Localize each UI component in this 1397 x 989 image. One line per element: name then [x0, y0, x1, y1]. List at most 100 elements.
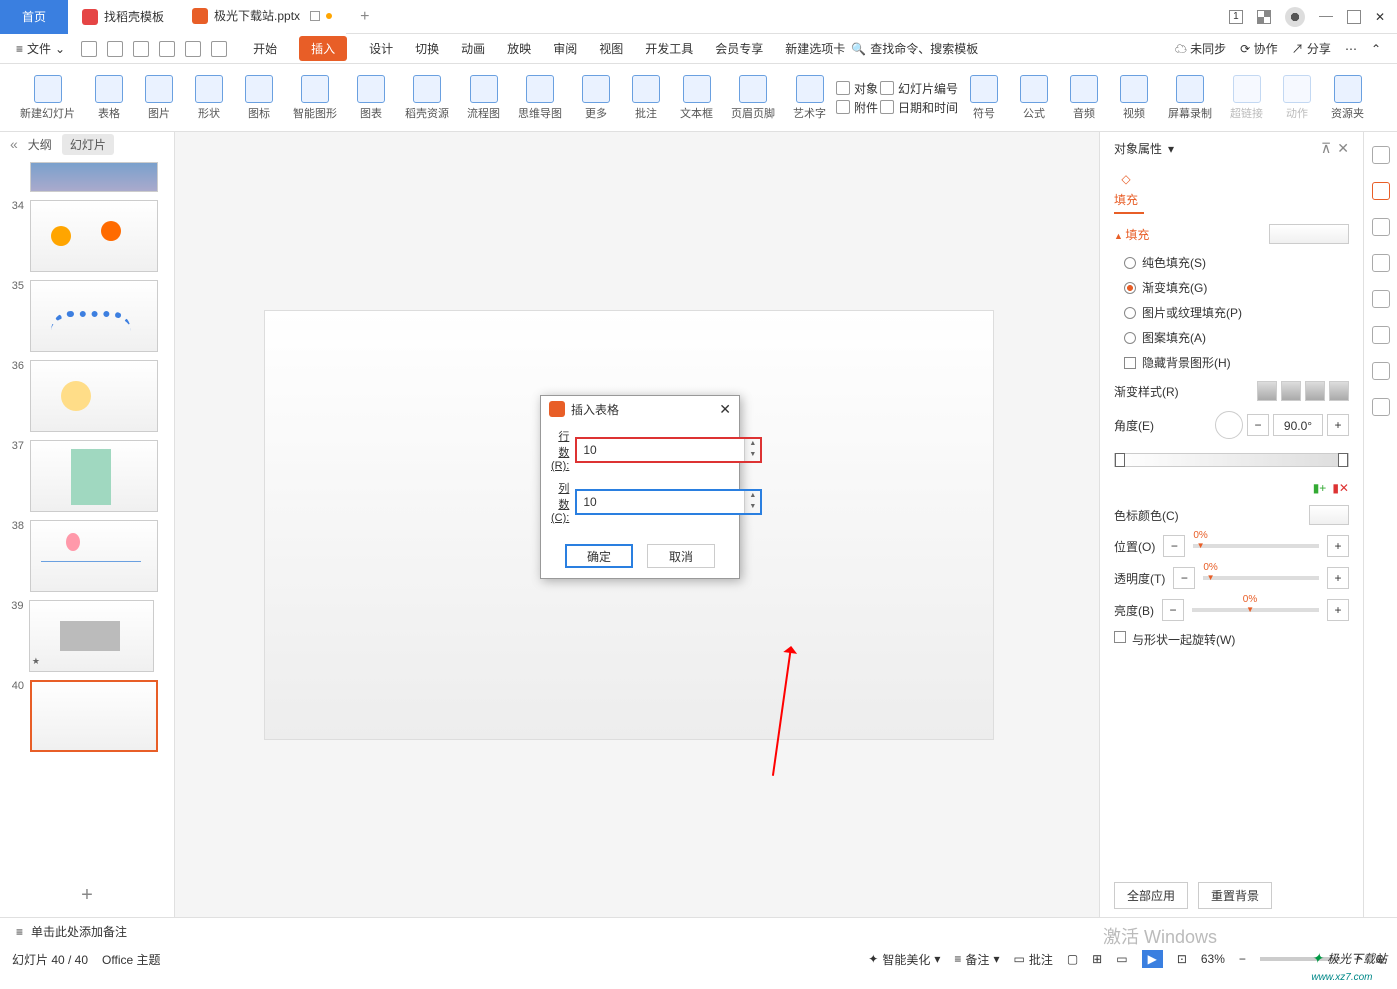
rb-action[interactable]: 动作 — [1273, 71, 1321, 125]
minimize-icon[interactable] — [1319, 16, 1333, 17]
angle-minus[interactable]: − — [1247, 414, 1269, 436]
slide-thumb-34[interactable]: 34 — [6, 200, 168, 272]
rotate-with-shape[interactable]: 与形状一起旋转(W) — [1114, 631, 1349, 648]
new-tab-button[interactable]: + — [346, 8, 383, 26]
rows-input[interactable] — [577, 439, 744, 461]
sidetool-properties[interactable] — [1372, 182, 1390, 200]
fill-gradient[interactable]: 渐变填充(G) — [1124, 279, 1349, 296]
add-slide-button[interactable]: + — [0, 874, 174, 917]
rb-equation[interactable]: 公式 — [1010, 71, 1058, 125]
rb-slidenumber[interactable]: 幻灯片编号 — [880, 80, 958, 97]
grad-stop-right[interactable] — [1338, 453, 1348, 467]
fit-icon[interactable]: ⊡ — [1177, 952, 1187, 966]
rb-video[interactable]: 视频 — [1110, 71, 1158, 125]
transparency-minus[interactable]: − — [1173, 567, 1195, 589]
rows-down-icon[interactable]: ▼ — [745, 450, 760, 461]
rb-flowchart[interactable]: 流程图 — [459, 71, 508, 125]
maximize-icon[interactable] — [1347, 10, 1361, 24]
grad-preset-3[interactable] — [1305, 381, 1325, 401]
position-slider[interactable]: 0% — [1193, 544, 1319, 548]
avatar-icon[interactable] — [1285, 7, 1305, 27]
position-plus[interactable]: + — [1327, 535, 1349, 557]
notes-toggle[interactable]: ≡备注 ▾ — [954, 951, 999, 968]
rb-hyperlink[interactable]: 超链接 — [1222, 71, 1271, 125]
slide-thumb-38[interactable]: 38 — [6, 520, 168, 592]
rb-table[interactable]: 表格 — [85, 71, 133, 125]
pin-icon[interactable]: ⊼ — [1321, 140, 1331, 157]
rows-spinner[interactable]: ▲▼ — [575, 437, 762, 463]
view-sorter-icon[interactable]: ⊞ — [1092, 952, 1102, 966]
sidetool-8[interactable] — [1372, 398, 1390, 416]
tab-slideshow[interactable]: 放映 — [507, 36, 531, 61]
collapse-ribbon-icon[interactable]: ⌃ — [1371, 42, 1381, 56]
print-icon[interactable] — [133, 41, 149, 57]
fill-solid[interactable]: 纯色填充(S) — [1124, 254, 1349, 271]
tab-devtools[interactable]: 开发工具 — [645, 36, 693, 61]
fill-hide-bg[interactable]: 隐藏背景图形(H) — [1124, 354, 1349, 371]
gradient-bar[interactable] — [1114, 453, 1349, 467]
slide-thumb-39[interactable]: 39★ — [6, 600, 168, 672]
tab-animation[interactable]: 动画 — [461, 36, 485, 61]
tab-docer[interactable]: 找稻壳模板 — [68, 0, 178, 34]
brightness-plus[interactable]: + — [1327, 599, 1349, 621]
view-reading-icon[interactable]: ▭ — [1116, 952, 1127, 966]
slide-thumb-36[interactable]: 36 — [6, 360, 168, 432]
zoom-value[interactable]: 63% — [1201, 952, 1225, 966]
share-button[interactable]: ↗ 分享 — [1292, 40, 1331, 57]
tab-view[interactable]: 视图 — [599, 36, 623, 61]
angle-value[interactable]: 90.0° — [1273, 414, 1323, 436]
outline-tab-outline[interactable]: 大纲 — [28, 136, 52, 153]
sidetool-5[interactable] — [1372, 290, 1390, 308]
file-menu[interactable]: ≡ 文件 ⌄ — [16, 40, 65, 57]
view-normal-icon[interactable]: ▢ — [1067, 952, 1078, 966]
rb-audio[interactable]: 音频 — [1060, 71, 1108, 125]
tab-insert[interactable]: 插入 — [299, 36, 347, 61]
rb-comment[interactable]: 批注 — [622, 71, 670, 125]
tab-design[interactable]: 设计 — [369, 36, 393, 61]
cols-up-icon[interactable]: ▲ — [745, 491, 760, 502]
save-icon[interactable] — [81, 41, 97, 57]
preview-icon[interactable] — [159, 41, 175, 57]
sidetool-1[interactable] — [1372, 146, 1390, 164]
colorstop-swatch[interactable] — [1309, 505, 1349, 525]
rb-resources[interactable]: 资源夹 — [1323, 71, 1372, 125]
fill-pattern[interactable]: 图案填充(A) — [1124, 329, 1349, 346]
comments-toggle[interactable]: ▭批注 — [1013, 951, 1052, 968]
close-icon[interactable]: ✕ — [1375, 10, 1385, 24]
apply-all-button[interactable]: 全部应用 — [1114, 882, 1188, 909]
brightness-minus[interactable]: − — [1162, 599, 1184, 621]
close-panel-icon[interactable]: ✕ — [1337, 140, 1349, 157]
grad-preset-1[interactable] — [1257, 381, 1277, 401]
rb-mindmap[interactable]: 思维导图 — [510, 71, 570, 125]
tab-start[interactable]: 开始 — [253, 36, 277, 61]
rb-chart[interactable]: 图表 — [347, 71, 395, 125]
smart-beautify[interactable]: ✦ 智能美化 ▾ — [868, 951, 940, 968]
slide-thumb-40[interactable]: 40 — [6, 680, 168, 752]
fill-preview-swatch[interactable] — [1269, 224, 1349, 244]
sidetool-7[interactable] — [1372, 362, 1390, 380]
rows-up-icon[interactable]: ▲ — [745, 439, 760, 450]
fill-tab-icon[interactable]: ◇ — [1114, 167, 1138, 191]
sync-status[interactable]: ☁ 未同步 — [1175, 40, 1226, 57]
tab-current-file[interactable]: 极光下载站.pptx — [178, 0, 346, 34]
collab-button[interactable]: ⟳ 协作 — [1240, 40, 1277, 57]
slide-thumb-33[interactable] — [6, 162, 168, 192]
add-stop-icon[interactable]: ▮+ — [1313, 481, 1327, 495]
tab-transition[interactable]: 切换 — [415, 36, 439, 61]
fill-picture[interactable]: 图片或纹理填充(P) — [1124, 304, 1349, 321]
undo-icon[interactable] — [185, 41, 201, 57]
transparency-plus[interactable]: + — [1327, 567, 1349, 589]
sidetool-4[interactable] — [1372, 254, 1390, 272]
rb-attachment[interactable]: 附件 — [836, 99, 878, 116]
grad-stop-left[interactable] — [1115, 453, 1125, 467]
rb-headerfooter[interactable]: 页眉页脚 — [723, 71, 783, 125]
slide-thumb-37[interactable]: 37 — [6, 440, 168, 512]
rb-more[interactable]: 更多 — [572, 71, 620, 125]
angle-dial[interactable] — [1215, 411, 1243, 439]
rb-smartart[interactable]: 智能图形 — [285, 71, 345, 125]
rb-screenrec[interactable]: 屏幕录制 — [1160, 71, 1220, 125]
angle-plus[interactable]: + — [1327, 414, 1349, 436]
tab-member[interactable]: 会员专享 — [715, 36, 763, 61]
rb-new-slide[interactable]: 新建幻灯片 — [12, 71, 83, 125]
fill-section-title[interactable]: 填充 — [1114, 226, 1149, 243]
